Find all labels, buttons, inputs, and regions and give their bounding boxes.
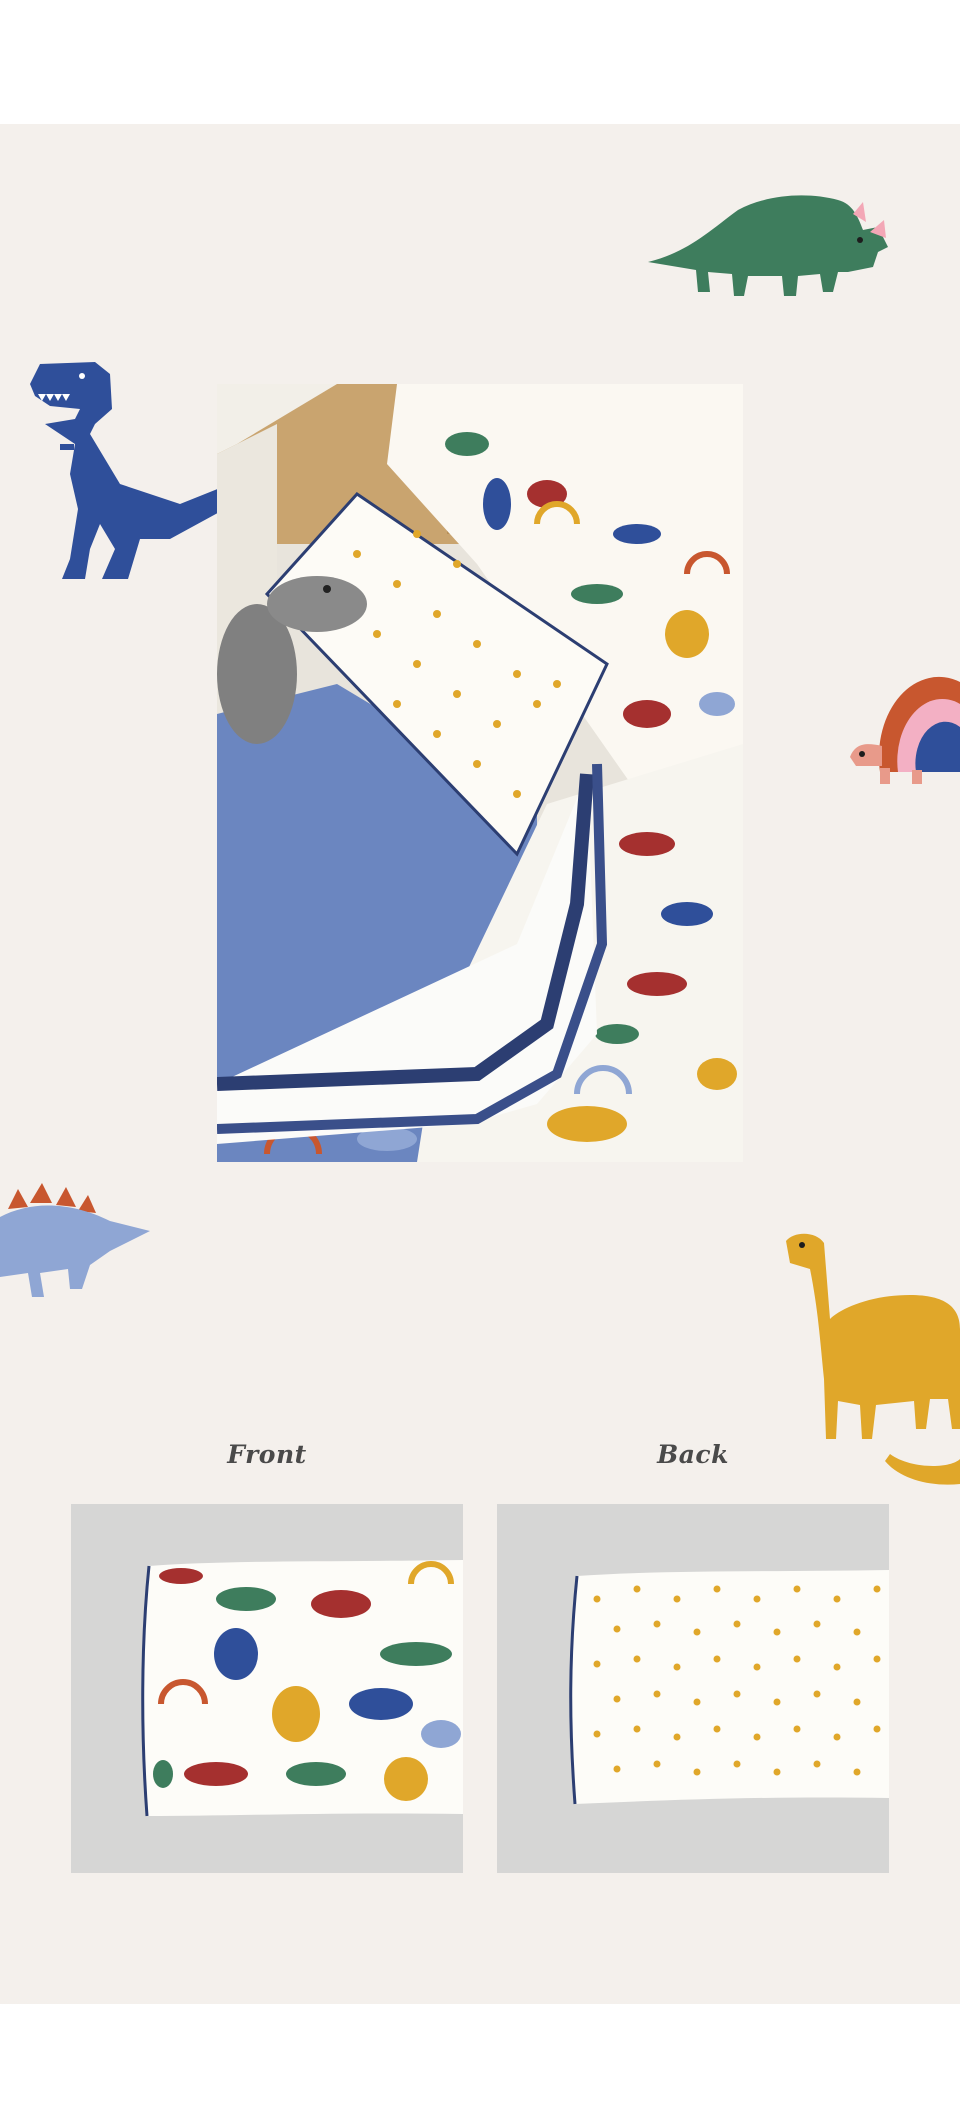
back-pillow-image xyxy=(497,1504,889,1873)
front-label: Front xyxy=(227,1440,307,1469)
back-label: Back xyxy=(657,1440,729,1469)
stegosaurus-icon xyxy=(0,1183,150,1297)
rainbow-turtle-icon xyxy=(850,676,960,784)
content-panel: Front Back xyxy=(0,124,960,2004)
triceratops-icon xyxy=(648,195,888,296)
bedding-photo xyxy=(217,384,743,1162)
front-pillow-image xyxy=(71,1504,463,1873)
